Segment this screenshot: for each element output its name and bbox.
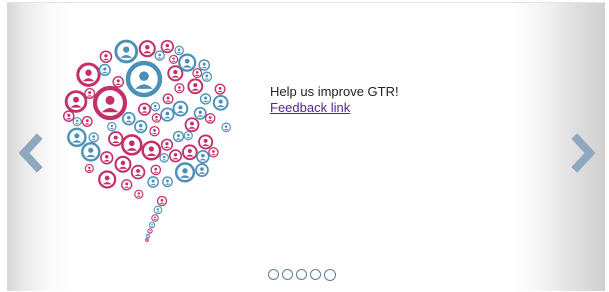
carousel-dot-3[interactable] <box>296 269 307 280</box>
speech-bubble-people-icon <box>52 33 252 253</box>
slide-content: Help us improve GTR! Feedback link <box>270 84 399 116</box>
slide-message: Help us improve GTR! <box>270 84 399 99</box>
carousel-dot-1[interactable] <box>268 269 279 280</box>
carousel-dot-4[interactable] <box>310 269 321 280</box>
chevron-right-icon <box>571 133 596 173</box>
carousel-dot-5[interactable] <box>324 268 336 281</box>
carousel-pagination <box>268 268 336 283</box>
carousel-dot-2[interactable] <box>282 269 293 280</box>
feedback-carousel: Help us improve GTR! Feedback link <box>7 2 605 291</box>
feedback-link[interactable]: Feedback link <box>270 100 350 116</box>
chevron-left-icon <box>18 133 43 173</box>
carousel-prev-button[interactable] <box>17 131 45 175</box>
carousel-next-button[interactable] <box>569 131 597 175</box>
